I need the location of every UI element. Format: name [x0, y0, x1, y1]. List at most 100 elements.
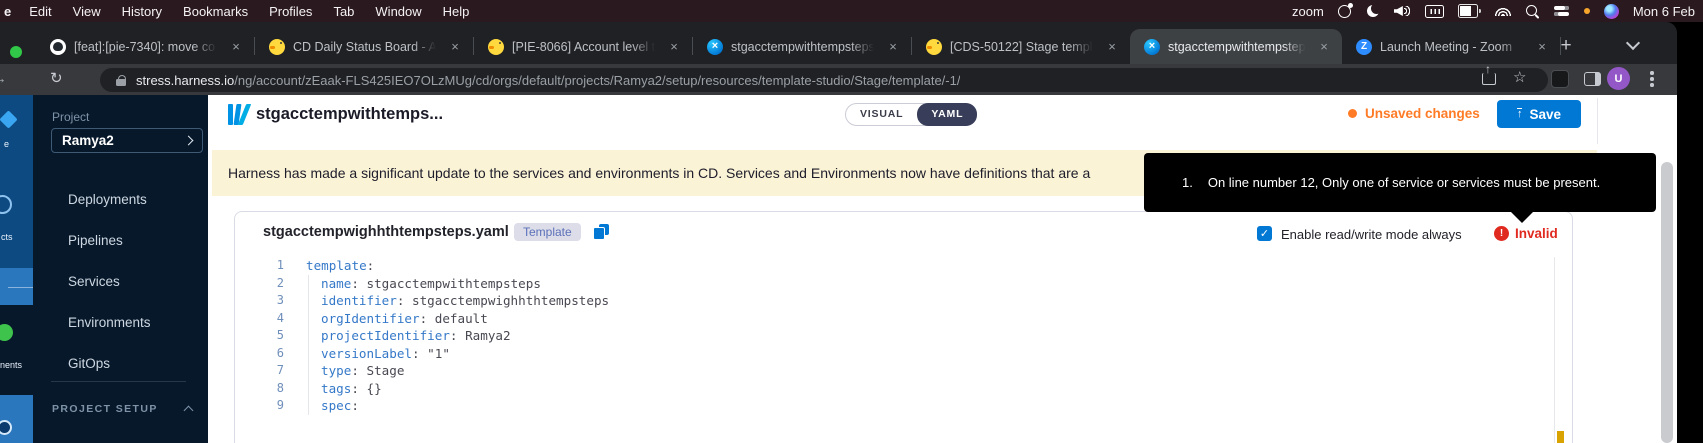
- wifi-icon[interactable]: [1495, 3, 1511, 19]
- yaml-key: identifier: [321, 293, 397, 308]
- save-label: Save: [1529, 107, 1561, 122]
- moon-icon[interactable]: [1366, 3, 1380, 19]
- url-text: stress.harness.io/ng/account/zEaak-FLS42…: [136, 73, 960, 88]
- tab-close-icon[interactable]: [1104, 39, 1120, 55]
- menubar-item-history[interactable]: History: [122, 4, 162, 19]
- menubar-item-tab[interactable]: Tab: [333, 4, 354, 19]
- project-selector[interactable]: Ramya2: [51, 128, 203, 153]
- side-panel-icon[interactable]: [1584, 72, 1601, 86]
- battery-icon[interactable]: [1458, 3, 1481, 19]
- yaml-code-area[interactable]: 1template:2name: stgacctempwithtempsteps…: [235, 257, 1545, 415]
- harness-logo-icon: [228, 104, 250, 126]
- code-line-6[interactable]: 6versionLabel: "1": [235, 345, 1545, 363]
- menubar-item-help[interactable]: Help: [443, 4, 470, 19]
- code-line-7[interactable]: 7type: Stage: [235, 362, 1545, 380]
- tab-close-icon[interactable]: [666, 39, 682, 55]
- browser-menu-icon[interactable]: [1650, 68, 1654, 90]
- tab-close-icon[interactable]: [228, 39, 244, 55]
- toggle-yaml[interactable]: YAML: [917, 103, 977, 126]
- harness-page: e cts nents Project Ramya2 DeploymentsPi…: [0, 95, 1677, 443]
- code-line-3[interactable]: 3identifier: stgacctempwighhthtempsteps: [235, 292, 1545, 310]
- address-bar[interactable]: stress.harness.io/ng/account/zEaak-FLS42…: [100, 68, 1548, 92]
- unsaved-label: Unsaved changes: [1365, 106, 1480, 121]
- tab-close-icon[interactable]: [885, 39, 901, 55]
- siri-icon[interactable]: [1604, 3, 1619, 19]
- volume-icon[interactable]: [1394, 3, 1411, 19]
- tab-close-icon[interactable]: [1534, 39, 1550, 55]
- sidebar-item-gitops[interactable]: GitOps: [68, 343, 198, 384]
- menubar-clock[interactable]: Mon 6 Feb: [1633, 4, 1695, 19]
- screen: e Edit View History Bookmarks Profiles Tab Win…: [0, 0, 1703, 443]
- profile-avatar[interactable]: U: [1607, 67, 1630, 90]
- bookmark-star-icon[interactable]: ☆: [1513, 68, 1526, 86]
- sidebar-item-environments[interactable]: Environments: [68, 302, 198, 343]
- traffic-light-green[interactable]: [10, 46, 22, 58]
- reload-icon[interactable]: ↻: [50, 69, 63, 87]
- yaml-key: type: [321, 363, 351, 378]
- rail-section-bottom[interactable]: [0, 395, 33, 443]
- browser-tab-2[interactable]: CD Daily Status Board - Ag: [255, 29, 473, 64]
- extension-icon[interactable]: [1551, 70, 1569, 88]
- forward-arrow-icon[interactable]: →: [0, 70, 9, 88]
- menubar-item-zoom[interactable]: zoom: [1292, 4, 1324, 19]
- notification-dot[interactable]: [1584, 3, 1590, 19]
- unsaved-dot-icon: [1348, 109, 1357, 118]
- menubar-item-view[interactable]: View: [73, 4, 101, 19]
- readwrite-label[interactable]: Enable read/write mode always: [1281, 227, 1462, 242]
- spotlight-icon[interactable]: [1525, 3, 1539, 19]
- browser-tab-5[interactable]: [CDS-50122] Stage templa: [912, 29, 1130, 64]
- save-button[interactable]: ↑ Save: [1497, 100, 1581, 128]
- lock-icon[interactable]: [116, 75, 126, 86]
- toggle-visual[interactable]: VISUAL: [846, 104, 917, 125]
- code-line-4[interactable]: 4orgIdentifier: default: [235, 310, 1545, 328]
- line-number: 7: [235, 362, 284, 380]
- tab-strip: [feat]:[pie-7340]: move co CD Daily Statu…: [0, 22, 1677, 64]
- error-exclamation-icon: !: [1494, 226, 1509, 241]
- readwrite-checkbox[interactable]: [1257, 226, 1272, 241]
- tab-close-icon[interactable]: [447, 39, 463, 55]
- code-line-9[interactable]: 9spec:: [235, 397, 1545, 415]
- rail-section-deployments[interactable]: [0, 305, 33, 395]
- yaml-editor-card: stgacctempwighhthtempsteps.yaml Template…: [234, 211, 1573, 443]
- sidebar-item-pipelines[interactable]: Pipelines: [68, 220, 198, 261]
- code-line-1[interactable]: 1template:: [235, 257, 1545, 275]
- code-line-2[interactable]: 2name: stgacctempwithtempsteps: [235, 275, 1545, 293]
- keyboard-icon[interactable]: [1425, 3, 1444, 19]
- toggles-icon[interactable]: [1553, 3, 1570, 19]
- menubar-item-window[interactable]: Window: [375, 4, 421, 19]
- browser-window: [feat]:[pie-7340]: move co CD Daily Statu…: [0, 22, 1677, 443]
- share-icon[interactable]: [1482, 73, 1496, 85]
- page-scrollbar[interactable]: [1661, 162, 1673, 443]
- browser-tab-1[interactable]: [feat]:[pie-7340]: move co: [36, 29, 254, 64]
- tab-overflow-chevron-icon[interactable]: [1628, 38, 1639, 49]
- code-line-8[interactable]: 8tags: {}: [235, 380, 1545, 398]
- code-line-5[interactable]: 5projectIdentifier: Ramya2: [235, 327, 1545, 345]
- browser-tab-3[interactable]: [PIE-8066] Account level t: [474, 29, 692, 64]
- browser-tab-7[interactable]: Launch Meeting - Zoom: [1342, 29, 1560, 64]
- project-setup-toggle[interactable]: PROJECT SETUP: [52, 403, 192, 415]
- error-index: 1.: [1182, 175, 1193, 190]
- new-tab-button[interactable]: +: [1552, 32, 1580, 60]
- browser-tab-6[interactable]: stgacctempwithtempsteps: [1130, 29, 1342, 64]
- menubar-item-bookmarks[interactable]: Bookmarks: [183, 4, 248, 19]
- invalid-status-badge[interactable]: ! Invalid: [1494, 226, 1558, 241]
- menubar-item-fragment[interactable]: e: [4, 4, 11, 19]
- sidebar-item-services[interactable]: Services: [68, 261, 198, 302]
- menubar-status-icons: [1338, 3, 1619, 19]
- project-label: Project: [52, 110, 89, 124]
- menubar-item-edit[interactable]: Edit: [29, 4, 51, 19]
- duck-favicon-icon: [926, 39, 942, 55]
- browser-tab-4[interactable]: stgacctempwithtempsteps: [693, 29, 911, 64]
- copy-icon[interactable]: [593, 224, 609, 240]
- project-sidebar: Project Ramya2 DeploymentsPipelinesServi…: [33, 95, 208, 443]
- app-badge-icon[interactable]: [1338, 3, 1352, 19]
- yaml-value: : "1": [412, 346, 450, 361]
- sidebar-item-deployments[interactable]: Deployments: [68, 179, 198, 220]
- rail-label-fragment: nents: [0, 360, 22, 370]
- rail-section-highlight[interactable]: [0, 268, 33, 305]
- line-number: 2: [235, 275, 284, 293]
- tab-title: [feat]:[pie-7340]: move co: [74, 40, 220, 54]
- menubar-item-profiles[interactable]: Profiles: [269, 4, 312, 19]
- tab-close-icon[interactable]: [1316, 39, 1332, 55]
- error-message: On line number 12, Only one of service o…: [1208, 175, 1600, 190]
